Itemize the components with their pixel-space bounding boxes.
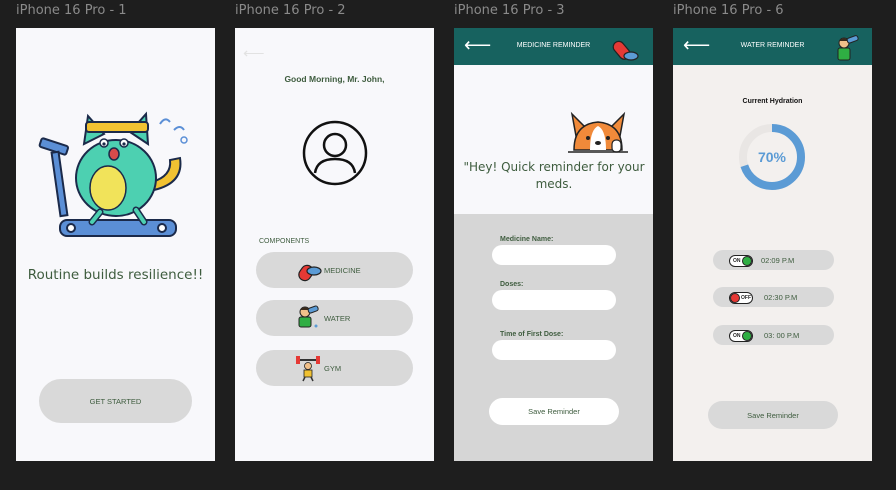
- first-dose-time-input[interactable]: [492, 340, 616, 360]
- medicine-name-label: Medicine Name:: [500, 236, 554, 243]
- screen-medicine-reminder: ⟵ MEDICINE REMINDER "Hey! Quick reminder…: [454, 28, 653, 461]
- header: ⟵ MEDICINE REMINDER: [454, 28, 653, 65]
- screen-welcome: Routine builds resilience!! GET STARTED: [16, 28, 215, 461]
- toggle-switch-on[interactable]: ON: [729, 330, 753, 342]
- toggle-switch-on[interactable]: ON: [729, 255, 753, 267]
- reminder-row[interactable]: ON 02:09 P.M: [713, 250, 834, 270]
- gym-label: GYM: [324, 364, 342, 373]
- water-button[interactable]: WATER: [256, 300, 413, 336]
- first-dose-time-label: Time of First Dose:: [500, 331, 564, 338]
- switch-state: OFF: [741, 295, 751, 301]
- save-reminder-button[interactable]: Save Reminder: [489, 398, 619, 425]
- hydration-percent: 70%: [757, 149, 787, 165]
- frame-label-3: iPhone 16 Pro - 3: [454, 3, 565, 18]
- frame-label-6: iPhone 16 Pro - 6: [673, 3, 784, 18]
- save-reminder-button[interactable]: Save Reminder: [708, 401, 838, 429]
- switch-state: ON: [733, 258, 741, 264]
- reminder-row[interactable]: OFF 02:30 P.M: [713, 287, 834, 307]
- back-arrow-icon[interactable]: ⟵: [243, 44, 265, 62]
- weightlifter-icon: [296, 356, 320, 382]
- doses-label: Doses:: [500, 281, 524, 288]
- switch-state: ON: [733, 333, 741, 339]
- pill-icon: [298, 264, 322, 282]
- medicine-button[interactable]: MEDICINE: [256, 252, 413, 288]
- gym-button[interactable]: GYM: [256, 350, 413, 386]
- corgi-illustration: [568, 111, 628, 153]
- reminder-time: 02:09 P.M: [761, 256, 795, 265]
- header: ⟵ WATER REMINDER: [673, 28, 872, 65]
- hydration-heading: Current Hydration: [742, 98, 803, 105]
- water-label: WATER: [324, 314, 351, 323]
- pill-icon: [612, 40, 639, 61]
- reminder-time: 03: 00 P.M: [764, 331, 800, 340]
- components-heading: COMPONENTS: [259, 238, 310, 245]
- reminder-message: "Hey! Quick reminder for your meds.: [463, 160, 645, 191]
- frame-label-1: iPhone 16 Pro - 1: [16, 3, 127, 18]
- doses-input[interactable]: [492, 290, 616, 310]
- toggle-switch-off[interactable]: OFF: [729, 292, 753, 304]
- medicine-label: MEDICINE: [324, 266, 361, 275]
- frame-label-2: iPhone 16 Pro - 2: [235, 3, 346, 18]
- person-drinking-icon: [298, 305, 319, 328]
- avatar-icon[interactable]: [301, 119, 369, 187]
- get-started-button[interactable]: GET STARTED: [39, 379, 192, 423]
- tagline: Routine builds resilience!!: [27, 267, 204, 283]
- medicine-name-input[interactable]: [492, 245, 616, 265]
- reminder-time: 02:30 P.M: [764, 293, 798, 302]
- greeting: Good Morning, Mr. John,: [284, 74, 385, 84]
- person-drinking-icon: [837, 35, 859, 61]
- screen-water-reminder: ⟵ WATER REMINDER Current Hydration 70% O…: [673, 28, 872, 461]
- reminder-row[interactable]: ON 03: 00 P.M: [713, 325, 834, 345]
- cat-treadmill-illustration: [38, 111, 188, 237]
- screen-home: ⟵ Good Morning, Mr. John, COMPONENTS MED…: [235, 28, 434, 461]
